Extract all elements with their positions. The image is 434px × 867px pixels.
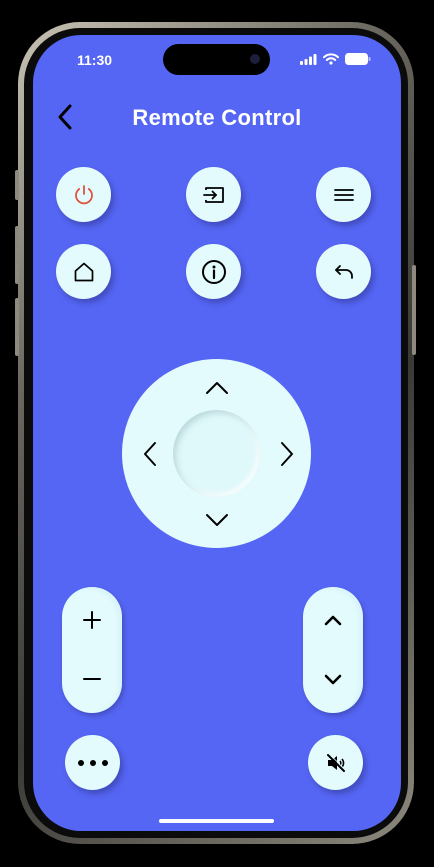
channel-control: [303, 587, 363, 713]
mute-icon: [325, 752, 347, 773]
mute-button[interactable]: [308, 735, 363, 790]
channel-down-button[interactable]: [303, 649, 363, 709]
menu-button[interactable]: [316, 167, 371, 222]
dpad-left-button[interactable]: [135, 439, 165, 469]
chevron-left-icon: [143, 441, 157, 467]
dpad: [122, 359, 311, 548]
menu-icon: [333, 187, 355, 203]
status-time: 11:30: [77, 52, 113, 68]
volume-down-button[interactable]: [62, 649, 122, 709]
info-icon: [201, 259, 227, 285]
action-button: [15, 170, 19, 200]
more-button[interactable]: [65, 735, 120, 790]
input-source-button[interactable]: [186, 167, 241, 222]
dpad-down-button[interactable]: [202, 505, 232, 535]
return-button[interactable]: [316, 244, 371, 299]
chevron-down-icon: [324, 674, 342, 685]
input-source-icon: [202, 185, 226, 205]
signal-icon: [300, 53, 317, 65]
camera-dot: [250, 54, 260, 64]
header: Remote Control: [33, 97, 401, 137]
volume-up-side-button: [15, 226, 19, 284]
chevron-up-icon: [324, 615, 342, 626]
more-icon: [77, 759, 109, 767]
channel-up-button[interactable]: [303, 590, 363, 650]
plus-icon: [82, 610, 102, 630]
screen: 11:30 Remote Control: [33, 35, 401, 831]
power-icon: [72, 183, 96, 207]
chevron-down-icon: [205, 513, 229, 527]
chevron-right-icon: [280, 441, 294, 467]
home-indicator: [159, 819, 274, 823]
home-button[interactable]: [56, 244, 111, 299]
wifi-icon: [323, 53, 339, 65]
minus-icon: [82, 677, 102, 681]
status-icons: [300, 53, 371, 65]
volume-control: [62, 587, 122, 713]
power-side-button: [412, 265, 416, 355]
volume-up-button[interactable]: [62, 590, 122, 650]
dpad-ok-button[interactable]: [173, 410, 260, 497]
page-title: Remote Control: [132, 105, 302, 130]
return-icon: [333, 263, 355, 281]
battery-icon: [345, 53, 371, 65]
dpad-up-button[interactable]: [202, 373, 232, 403]
info-button[interactable]: [186, 244, 241, 299]
home-icon: [72, 260, 96, 284]
chevron-up-icon: [205, 381, 229, 395]
dpad-right-button[interactable]: [272, 439, 302, 469]
volume-down-side-button: [15, 298, 19, 356]
power-button[interactable]: [56, 167, 111, 222]
dynamic-island: [163, 44, 270, 75]
